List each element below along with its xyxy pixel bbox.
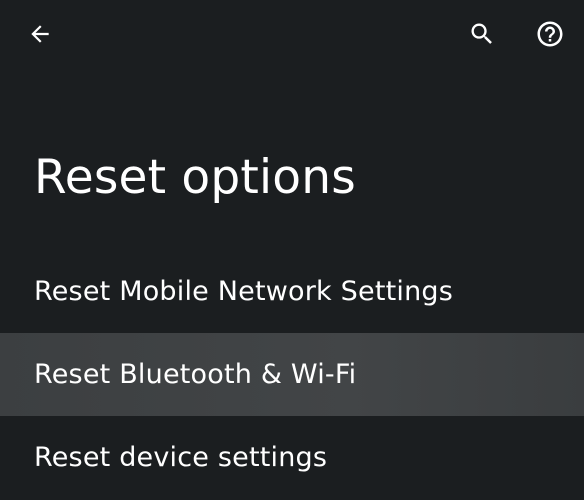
option-label: Reset device settings [34, 442, 328, 473]
search-icon [471, 23, 492, 44]
arrow-left-icon [31, 25, 49, 43]
top-app-bar [0, 0, 584, 70]
reset-options-list: Reset Mobile Network Settings Reset Blue… [0, 250, 584, 499]
option-reset-bluetooth-wifi[interactable]: Reset Bluetooth & Wi-Fi [0, 333, 584, 416]
help-circle-icon [537, 21, 563, 47]
search-button[interactable] [458, 10, 506, 58]
option-reset-device-settings[interactable]: Reset device settings [0, 416, 584, 499]
option-label: Reset Bluetooth & Wi-Fi [34, 359, 357, 390]
option-label: Reset Mobile Network Settings [34, 276, 454, 307]
option-reset-mobile-network[interactable]: Reset Mobile Network Settings [0, 250, 584, 333]
page-title: Reset options [34, 150, 356, 205]
help-button[interactable] [526, 10, 574, 58]
back-button[interactable] [16, 10, 64, 58]
